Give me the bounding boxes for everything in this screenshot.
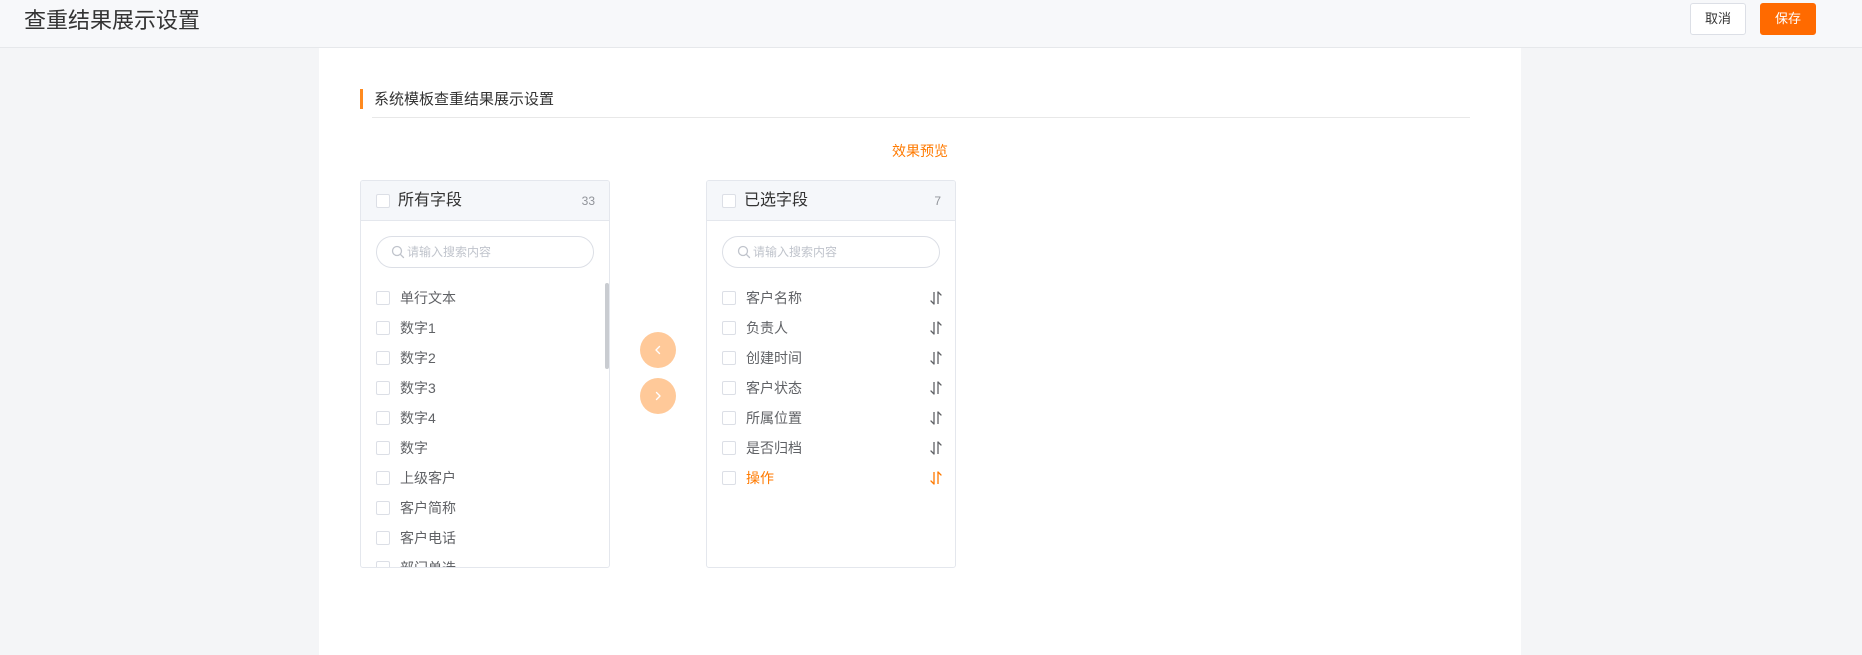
item-label: 客户名称: [746, 290, 802, 306]
all-fields-search-input[interactable]: [407, 242, 587, 262]
item-label: 负责人: [746, 320, 788, 336]
item-label: 数字3: [400, 380, 436, 396]
list-item[interactable]: 负责人: [707, 313, 955, 343]
item-checkbox[interactable]: [376, 291, 390, 305]
item-label: 单行文本: [400, 290, 456, 306]
all-fields-list: 单行文本 数字1 数字2 数字3 数字4 数字 上级客户 客户简称 客户电话 部…: [361, 283, 609, 567]
sort-handle-icon[interactable]: [929, 290, 943, 306]
list-item[interactable]: 部门单选: [361, 553, 609, 567]
move-right-button[interactable]: [640, 378, 676, 414]
move-left-button[interactable]: [640, 332, 676, 368]
item-checkbox[interactable]: [376, 381, 390, 395]
item-checkbox[interactable]: [376, 561, 390, 567]
sort-handle-icon[interactable]: [929, 410, 943, 426]
selected-fields-search-input[interactable]: [753, 242, 933, 262]
item-label: 客户状态: [746, 380, 802, 396]
sort-handle-icon[interactable]: [929, 380, 943, 396]
list-item[interactable]: 客户简称: [361, 493, 609, 523]
item-label: 部门单选: [400, 559, 456, 567]
all-fields-header: 所有字段 33: [361, 181, 609, 221]
sort-handle-icon[interactable]: [929, 470, 943, 486]
item-label: 创建时间: [746, 350, 802, 366]
item-label: 数字2: [400, 350, 436, 366]
item-label: 数字4: [400, 410, 436, 426]
item-label: 是否归档: [746, 440, 802, 456]
item-label: 客户简称: [400, 500, 456, 516]
list-item[interactable]: 数字: [361, 433, 609, 463]
selected-fields-title: 已选字段: [744, 192, 809, 209]
item-checkbox[interactable]: [376, 441, 390, 455]
all-fields-count: 33: [581, 194, 595, 208]
selected-fields-header: 已选字段 7: [707, 181, 955, 221]
item-label: 客户电话: [400, 530, 456, 546]
list-item[interactable]: 数字2: [361, 343, 609, 373]
list-item[interactable]: 单行文本: [361, 283, 609, 313]
list-item[interactable]: 客户名称: [707, 283, 955, 313]
section-accent-bar: [360, 89, 363, 109]
chevron-left-icon: [655, 345, 661, 355]
selected-fields-box: 已选字段 7 客户名称 负责人 创建时间 客户状态 所属位置 是否归档 操作: [706, 180, 956, 568]
select-all-checkbox[interactable]: [376, 194, 390, 208]
chevron-right-icon: [655, 391, 661, 401]
list-item[interactable]: 客户电话: [361, 523, 609, 553]
search-icon: [391, 245, 405, 259]
all-fields-title: 所有字段: [398, 192, 463, 209]
list-item[interactable]: 数字1: [361, 313, 609, 343]
list-item[interactable]: 上级客户: [361, 463, 609, 493]
list-scrollbar[interactable]: [605, 283, 609, 369]
item-checkbox[interactable]: [376, 321, 390, 335]
selected-fields-list: 客户名称 负责人 创建时间 客户状态 所属位置 是否归档 操作: [707, 283, 955, 567]
save-button[interactable]: 保存: [1760, 3, 1816, 35]
item-checkbox[interactable]: [722, 291, 736, 305]
select-all-checkbox[interactable]: [722, 194, 736, 208]
preview-link[interactable]: 效果预览: [892, 142, 948, 160]
list-item[interactable]: 数字4: [361, 403, 609, 433]
item-checkbox[interactable]: [722, 471, 736, 485]
item-checkbox[interactable]: [376, 351, 390, 365]
item-checkbox[interactable]: [376, 531, 390, 545]
search-icon: [737, 245, 751, 259]
selected-fields-count: 7: [934, 194, 941, 208]
item-checkbox[interactable]: [376, 411, 390, 425]
top-bar: 查重结果展示设置 取消 保存: [0, 0, 1862, 48]
list-item[interactable]: 数字3: [361, 373, 609, 403]
selected-fields-search[interactable]: [722, 236, 940, 268]
item-label: 操作: [746, 470, 774, 486]
item-checkbox[interactable]: [722, 411, 736, 425]
section-title: 系统模板查重结果展示设置: [374, 91, 555, 108]
item-label: 数字: [400, 440, 428, 456]
item-label: 数字1: [400, 320, 436, 336]
all-fields-box: 所有字段 33 单行文本 数字1 数字2 数字3 数字4 数字 上级客户 客户简…: [360, 180, 610, 568]
item-checkbox[interactable]: [722, 321, 736, 335]
item-label: 上级客户: [400, 470, 456, 486]
item-checkbox[interactable]: [722, 381, 736, 395]
sort-handle-icon[interactable]: [929, 440, 943, 456]
sort-handle-icon[interactable]: [929, 320, 943, 336]
list-item-active[interactable]: 操作: [707, 463, 955, 493]
sort-handle-icon[interactable]: [929, 350, 943, 366]
item-label: 所属位置: [746, 410, 802, 426]
cancel-button[interactable]: 取消: [1690, 3, 1746, 35]
list-item[interactable]: 是否归档: [707, 433, 955, 463]
item-checkbox[interactable]: [722, 351, 736, 365]
list-item[interactable]: 所属位置: [707, 403, 955, 433]
list-item[interactable]: 创建时间: [707, 343, 955, 373]
item-checkbox[interactable]: [722, 441, 736, 455]
item-checkbox[interactable]: [376, 501, 390, 515]
section-divider: [372, 117, 1470, 118]
page-title: 查重结果展示设置: [24, 8, 201, 33]
item-checkbox[interactable]: [376, 471, 390, 485]
all-fields-search[interactable]: [376, 236, 594, 268]
list-item[interactable]: 客户状态: [707, 373, 955, 403]
